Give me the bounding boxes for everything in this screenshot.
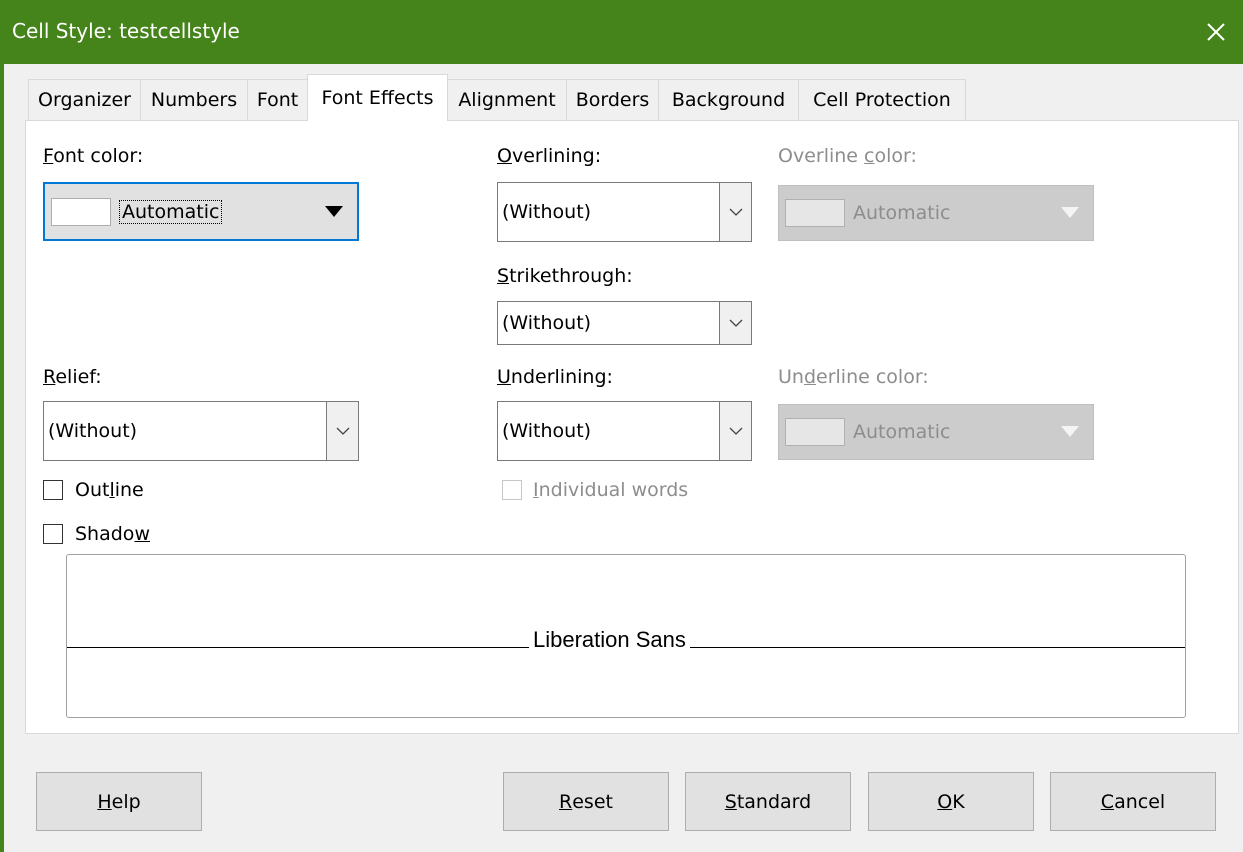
overline-color-label: Overline color:	[778, 145, 917, 167]
chevron-down-icon[interactable]	[719, 183, 751, 241]
shadow-label[interactable]: Shadow	[75, 523, 150, 545]
chevron-down-icon[interactable]	[719, 402, 751, 460]
tab-background[interactable]: Background	[658, 79, 799, 120]
overline-color-value: Automatic	[853, 202, 951, 224]
dropdown-arrow-icon	[1061, 207, 1079, 218]
window-title: Cell Style: testcellstyle	[12, 19, 240, 43]
relief-select[interactable]: (Without)	[43, 401, 359, 461]
close-icon	[1207, 23, 1225, 41]
standard-button[interactable]: Standard	[685, 772, 851, 831]
underline-color-value: Automatic	[853, 421, 951, 443]
individual-words-checkbox[interactable]	[502, 480, 522, 500]
overline-color-button[interactable]: Automatic	[778, 185, 1094, 241]
preview-text: Liberation Sans	[529, 627, 690, 653]
outline-label[interactable]: Outline	[75, 479, 144, 501]
color-swatch	[51, 197, 111, 226]
tab-numbers[interactable]: Numbers	[140, 79, 248, 120]
tab-organizer[interactable]: Organizer	[28, 79, 141, 120]
tab-borders[interactable]: Borders	[566, 79, 659, 120]
strikethrough-select[interactable]: (Without)	[497, 301, 752, 345]
color-swatch	[785, 418, 845, 446]
chevron-down-icon[interactable]	[326, 402, 358, 460]
preview-box: Liberation Sans	[66, 554, 1186, 718]
reset-button[interactable]: Reset	[503, 772, 669, 831]
underline-color-label: Underline color:	[778, 366, 929, 388]
color-swatch	[785, 199, 845, 227]
overlining-select[interactable]: (Without)	[497, 182, 752, 242]
shadow-checkbox[interactable]	[43, 524, 63, 544]
window-border	[0, 64, 4, 852]
outline-checkbox[interactable]	[43, 480, 63, 500]
dropdown-arrow-icon	[325, 205, 343, 217]
strikethrough-label: Strikethrough:	[497, 265, 633, 287]
tab-font-effects[interactable]: Font Effects	[307, 74, 448, 121]
font-color-value: Automatic	[119, 199, 223, 224]
individual-words-label[interactable]: Individual words	[533, 479, 688, 501]
help-button[interactable]: Help	[36, 772, 202, 831]
overlining-label: Overlining:	[497, 145, 602, 167]
underline-color-button[interactable]: Automatic	[778, 404, 1094, 460]
dropdown-arrow-icon	[1061, 426, 1079, 437]
tab-font[interactable]: Font	[247, 79, 308, 120]
tab-cell-protection[interactable]: Cell Protection	[798, 79, 966, 120]
cancel-button[interactable]: Cancel	[1050, 772, 1216, 831]
font-color-button[interactable]: Automatic	[43, 182, 359, 241]
underlining-select[interactable]: (Without)	[497, 401, 752, 461]
relief-label: Relief:	[43, 366, 102, 388]
close-button[interactable]	[1189, 0, 1243, 64]
underlining-label: Underlining:	[497, 366, 613, 388]
ok-button[interactable]: OK	[868, 772, 1034, 831]
font-color-label: Font color:	[43, 145, 144, 167]
tab-alignment[interactable]: Alignment	[447, 79, 567, 120]
chevron-down-icon[interactable]	[719, 302, 751, 344]
